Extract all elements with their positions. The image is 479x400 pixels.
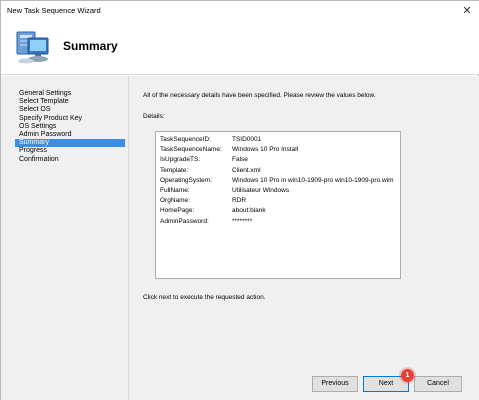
details-list[interactable]: TaskSequenceID: TSID0001 TaskSequenceName:… bbox=[155, 131, 401, 279]
sidebar-item-general-settings: General Settings bbox=[19, 90, 72, 97]
detail-key: OperatingSystem: bbox=[160, 176, 213, 184]
detail-value: RDR bbox=[232, 197, 247, 205]
summary-panel: All of the necessary details have been s… bbox=[129, 76, 479, 366]
close-icon[interactable]: ✕ bbox=[454, 1, 479, 21]
detail-value: Windows 10 Pro in win10-1909-pro win10-1… bbox=[232, 176, 394, 184]
sidebar-item-progress: Progress bbox=[19, 147, 48, 155]
button-bar: Previous Next Cancel 1 bbox=[129, 366, 479, 400]
sidebar-item-admin-password: Admin Password bbox=[19, 130, 72, 138]
detail-key: AdminPassword: bbox=[160, 217, 209, 225]
detail-key: IsUpgradeTS: bbox=[160, 156, 201, 164]
sidebar-item-select-template: Select Template bbox=[19, 98, 69, 106]
detail-value: ******** bbox=[232, 217, 253, 225]
detail-key: FullName: bbox=[160, 187, 190, 194]
sidebar-item-confirmation: Confirmation bbox=[19, 155, 59, 163]
title-bar: New Task Sequence Wizard ✕ bbox=[1, 1, 479, 21]
sidebar-item-os-settings: OS Settings bbox=[19, 122, 57, 130]
instruction-text: Click next to execute the requested acti… bbox=[143, 294, 266, 301]
sidebar-item-summary: Summary bbox=[15, 139, 125, 148]
detail-value: Utilisateur Windows bbox=[232, 187, 290, 194]
detail-key: TaskSequenceID: bbox=[160, 136, 211, 143]
detail-key: Template: bbox=[160, 166, 189, 174]
details-label: Details: bbox=[143, 113, 165, 120]
detail-key: TaskSequenceName: bbox=[160, 146, 222, 154]
cancel-button[interactable]: Cancel bbox=[414, 376, 462, 392]
detail-value: False bbox=[232, 156, 248, 164]
wizard-header: Summary bbox=[1, 21, 479, 75]
window-title: New Task Sequence Wizard bbox=[7, 6, 101, 15]
previous-button[interactable]: Previous bbox=[312, 376, 358, 392]
wizard-window: New Task Sequence Wizard ✕ Summary Gener… bbox=[0, 0, 479, 400]
annotation-badge: 1 bbox=[401, 369, 414, 382]
intro-text: All of the necessary details have been s… bbox=[143, 92, 376, 99]
page-title: Summary bbox=[63, 39, 118, 53]
detail-value: about:blank bbox=[232, 207, 266, 215]
detail-key: OrgName: bbox=[160, 197, 190, 205]
computer-icon bbox=[16, 31, 49, 64]
detail-value: TSID0001 bbox=[232, 136, 262, 143]
sidebar-item-select-os: Select OS bbox=[19, 106, 51, 114]
detail-value: Client.xml bbox=[232, 166, 261, 174]
detail-key: HomePage: bbox=[160, 207, 195, 215]
wizard-steps-sidebar: General Settings Select Template Select OS… bbox=[1, 76, 129, 400]
sidebar-item-specify-product-key: Specify Product Key bbox=[19, 114, 83, 122]
detail-value: Windows 10 Pro Install bbox=[232, 146, 299, 154]
